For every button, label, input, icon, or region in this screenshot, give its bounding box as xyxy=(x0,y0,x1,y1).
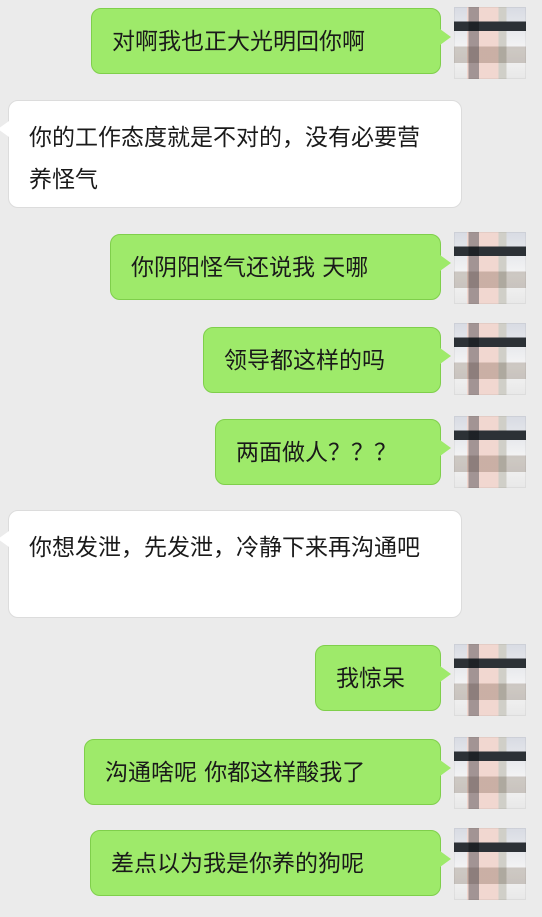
avatar-icon[interactable] xyxy=(454,232,526,304)
message-bubble-received: 你的工作态度就是不对的，没有必要营养怪气 xyxy=(0,100,462,208)
message-bubble-sent: 两面做人？？？ xyxy=(215,419,451,485)
message-bubble-sent: 你阴阳怪气还说我 天哪 xyxy=(110,234,451,300)
message-bubble-sent: 对啊我也正大光明回你啊 xyxy=(91,8,451,74)
avatar-icon[interactable] xyxy=(454,416,526,488)
avatar-icon[interactable] xyxy=(454,737,526,809)
message-bubble-received: 你想发泄，先发泄，冷静下来再沟通吧 xyxy=(0,510,462,618)
message-bubble-sent: 差点以为我是你养的狗呢 xyxy=(90,830,451,896)
avatar-icon[interactable] xyxy=(454,828,526,900)
avatar-icon[interactable] xyxy=(454,644,526,716)
message-bubble-sent: 沟通啥呢 你都这样酸我了 xyxy=(84,739,451,805)
message-bubble-sent: 领导都这样的吗 xyxy=(203,327,451,393)
message-bubble-sent: 我惊呆 xyxy=(315,645,451,711)
avatar-icon[interactable] xyxy=(454,7,526,79)
avatar-icon[interactable] xyxy=(454,323,526,395)
